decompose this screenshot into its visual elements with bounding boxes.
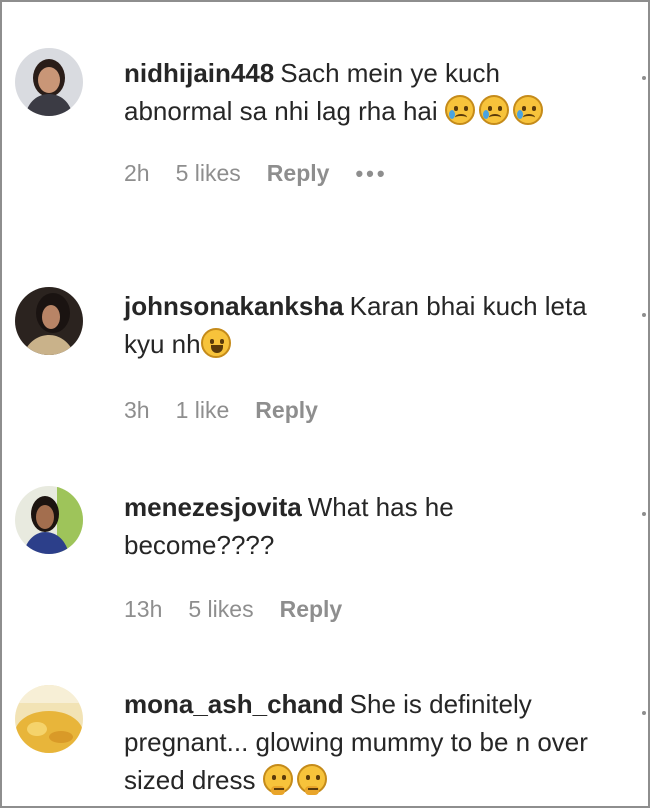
avatar[interactable] (15, 48, 83, 116)
crying-face-icon (512, 95, 543, 125)
crying-face-icon (444, 95, 475, 125)
reply-button[interactable]: Reply (280, 596, 343, 623)
scroll-marker (642, 711, 646, 715)
comment-text: nidhijain448 Sach mein ye kuch abnormal s… (124, 54, 604, 130)
thinking-face-icon (296, 764, 327, 795)
comments-panel: nidhijain448 Sach mein ye kuch abnormal s… (0, 0, 650, 808)
scroll-marker (642, 76, 646, 80)
thinking-face-icon (262, 764, 293, 795)
scroll-marker (642, 512, 646, 516)
comment-time[interactable]: 3h (124, 397, 150, 424)
avatar[interactable] (15, 486, 83, 554)
tears-of-joy-face-icon (200, 328, 231, 358)
comment-text: menezesjovita What has he become???? (124, 488, 604, 564)
comment-username[interactable]: nidhijain448 (124, 58, 274, 88)
comment-meta: 3h 1 like Reply (124, 397, 604, 424)
avatar[interactable] (15, 287, 83, 355)
comment-likes[interactable]: 5 likes (188, 596, 253, 623)
comment-username[interactable]: johnsonakanksha (124, 291, 344, 321)
comment-time[interactable]: 2h (124, 160, 150, 187)
avatar[interactable] (15, 685, 83, 753)
comment-meta: 2h 5 likes Reply ••• (124, 160, 604, 187)
reply-button[interactable]: Reply (255, 397, 318, 424)
scroll-marker (642, 313, 646, 317)
comment-meta: 13h 5 likes Reply (124, 596, 604, 623)
reply-button[interactable]: Reply (267, 160, 330, 187)
comment-likes[interactable]: 1 like (176, 397, 230, 424)
comment-username[interactable]: menezesjovita (124, 492, 302, 522)
comment-time[interactable]: 13h (124, 596, 162, 623)
comment-text: mona_ash_chand She is definitely pregnant… (124, 685, 604, 799)
crying-face-icon (478, 95, 509, 125)
comment-likes[interactable]: 5 likes (176, 160, 241, 187)
comment-text: johnsonakanksha Karan bhai kuch leta kyu … (124, 287, 604, 363)
more-options-icon[interactable]: ••• (355, 161, 387, 187)
comment-username[interactable]: mona_ash_chand (124, 689, 344, 719)
